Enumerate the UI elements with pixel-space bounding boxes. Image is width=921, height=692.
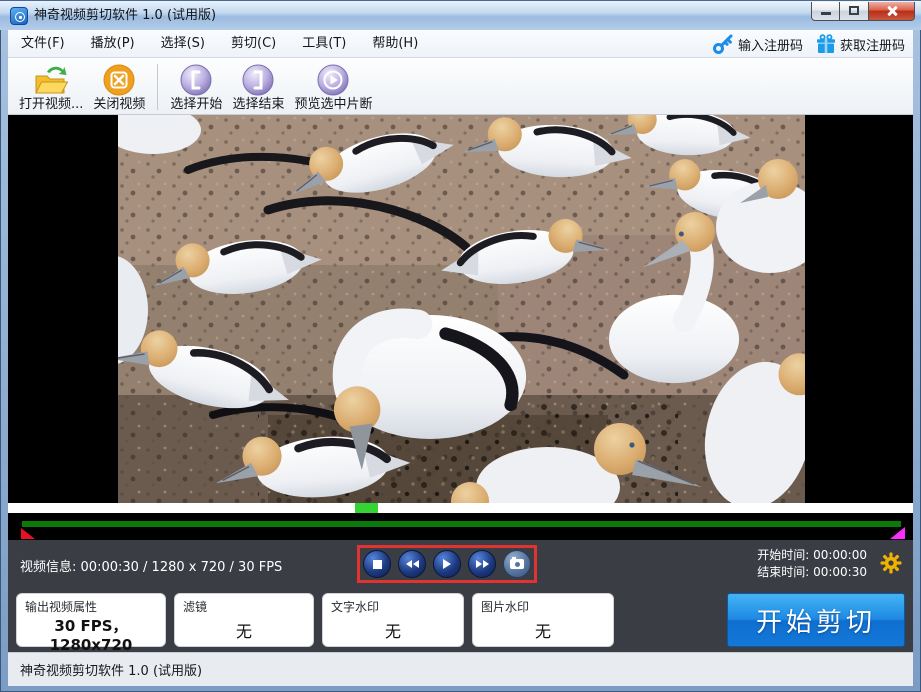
rewind-icon xyxy=(406,560,419,568)
settings-cards: 输出视频属性 30 FPS，1280x720 滤镜 无 文字水印 无 图片水印 … xyxy=(16,593,905,647)
close-button[interactable] xyxy=(869,2,915,21)
position-marker[interactable] xyxy=(355,503,378,513)
preview-clip-icon xyxy=(316,63,350,97)
select-end-button[interactable]: 选择结束 xyxy=(227,62,289,113)
start-time-label: 开始时间: xyxy=(757,548,809,562)
menu-play[interactable]: 播放(P) xyxy=(78,30,148,57)
gear-icon xyxy=(880,552,902,574)
toolbar: 打开视频... 关闭视频 xyxy=(8,58,913,115)
select-start-button[interactable]: 选择开始 xyxy=(165,62,227,113)
preview-clip-button[interactable]: 预览选中片断 xyxy=(289,62,377,113)
timeline-track[interactable] xyxy=(8,513,913,540)
start-cut-button[interactable]: 开始剪切 xyxy=(727,593,905,647)
settings-button[interactable] xyxy=(880,552,902,574)
gift-icon xyxy=(816,34,836,55)
play-button[interactable] xyxy=(433,550,461,578)
end-marker-handle[interactable] xyxy=(890,527,905,539)
text-watermark-value: 无 xyxy=(331,615,455,644)
window-title: 神奇视频剪切软件 1.0 (试用版) xyxy=(34,1,216,30)
status-text: 神奇视频剪切软件 1.0 (试用版) xyxy=(8,660,202,679)
minimize-icon xyxy=(821,12,831,15)
output-properties-value: 30 FPS，1280x720 xyxy=(25,615,157,654)
video-info-label: 视频信息: xyxy=(20,560,76,575)
close-icon xyxy=(886,5,898,17)
cards-spacer xyxy=(622,593,719,647)
end-time-value: 00:00:30 xyxy=(813,565,867,579)
minimize-button[interactable] xyxy=(811,2,840,21)
open-video-icon xyxy=(33,63,69,97)
window-content: 文件(F) 播放(P) 选择(S) 剪切(C) 工具(T) 帮助(H) xyxy=(8,30,913,686)
video-info: 视频信息: 00:00:30 / 1280 x 720 / 30 FPS xyxy=(20,556,282,575)
app-window: 神奇视频剪切软件 1.0 (试用版) 文件(F) 播放(P) 选择(S) 剪切(… xyxy=(0,0,921,692)
position-strip[interactable] xyxy=(8,503,913,513)
maximize-icon xyxy=(849,6,859,15)
select-end-icon xyxy=(241,63,275,97)
app-logo-icon xyxy=(10,7,28,25)
snapshot-button[interactable] xyxy=(503,550,531,578)
get-registration-link[interactable]: 获取注册码 xyxy=(816,34,905,55)
menu-bar: 文件(F) 播放(P) 选择(S) 剪切(C) 工具(T) 帮助(H) xyxy=(8,30,913,58)
text-watermark-title: 文字水印 xyxy=(331,598,455,615)
image-watermark-value: 无 xyxy=(481,615,605,644)
menu-select[interactable]: 选择(S) xyxy=(148,30,218,57)
stop-button[interactable] xyxy=(363,550,391,578)
output-properties-title: 输出视频属性 xyxy=(25,598,157,615)
control-panel: 视频信息: 00:00:30 / 1280 x 720 / 30 FPS 开始时… xyxy=(8,540,913,652)
window-controls xyxy=(811,2,915,21)
playback-controls-highlight xyxy=(357,545,537,583)
open-video-button[interactable]: 打开视频... xyxy=(14,62,88,113)
select-start-icon xyxy=(179,63,213,97)
filter-title: 滤镜 xyxy=(183,598,305,615)
play-icon xyxy=(443,559,451,569)
end-time-label: 结束时间: xyxy=(757,565,809,579)
maximize-button[interactable] xyxy=(840,2,869,21)
time-info: 开始时间: 00:00:00 结束时间: 00:00:30 xyxy=(757,547,867,581)
title-bar: 神奇视频剪切软件 1.0 (试用版) xyxy=(0,0,921,30)
video-info-value: 00:00:30 / 1280 x 720 / 30 FPS xyxy=(81,560,283,575)
image-watermark-title: 图片水印 xyxy=(481,598,605,615)
close-video-icon xyxy=(102,63,136,97)
filter-value: 无 xyxy=(183,615,305,644)
status-bar: 神奇视频剪切软件 1.0 (试用版) xyxy=(8,652,913,686)
filter-card[interactable]: 滤镜 无 xyxy=(174,593,314,647)
text-watermark-card[interactable]: 文字水印 无 xyxy=(322,593,464,647)
enter-registration-link[interactable]: 输入注册码 xyxy=(712,33,803,55)
menu-help[interactable]: 帮助(H) xyxy=(359,30,431,57)
output-properties-card[interactable]: 输出视频属性 30 FPS，1280x720 xyxy=(16,593,166,647)
rewind-button[interactable] xyxy=(398,550,426,578)
start-marker-handle[interactable] xyxy=(21,528,35,539)
fast-forward-button[interactable] xyxy=(468,550,496,578)
image-watermark-card[interactable]: 图片水印 无 xyxy=(472,593,614,647)
video-area xyxy=(8,115,913,503)
menu-file[interactable]: 文件(F) xyxy=(8,30,78,57)
timeline-progress xyxy=(22,521,901,527)
fast-forward-icon xyxy=(476,560,489,568)
key-icon xyxy=(712,33,734,55)
menu-tools[interactable]: 工具(T) xyxy=(289,30,359,57)
menu-cut[interactable]: 剪切(C) xyxy=(218,30,289,57)
video-display xyxy=(118,115,805,503)
toolbar-separator xyxy=(157,64,158,110)
start-time-value: 00:00:00 xyxy=(813,548,867,562)
camera-icon xyxy=(510,559,524,569)
close-video-button[interactable]: 关闭视频 xyxy=(88,62,150,113)
stop-icon xyxy=(373,560,382,569)
